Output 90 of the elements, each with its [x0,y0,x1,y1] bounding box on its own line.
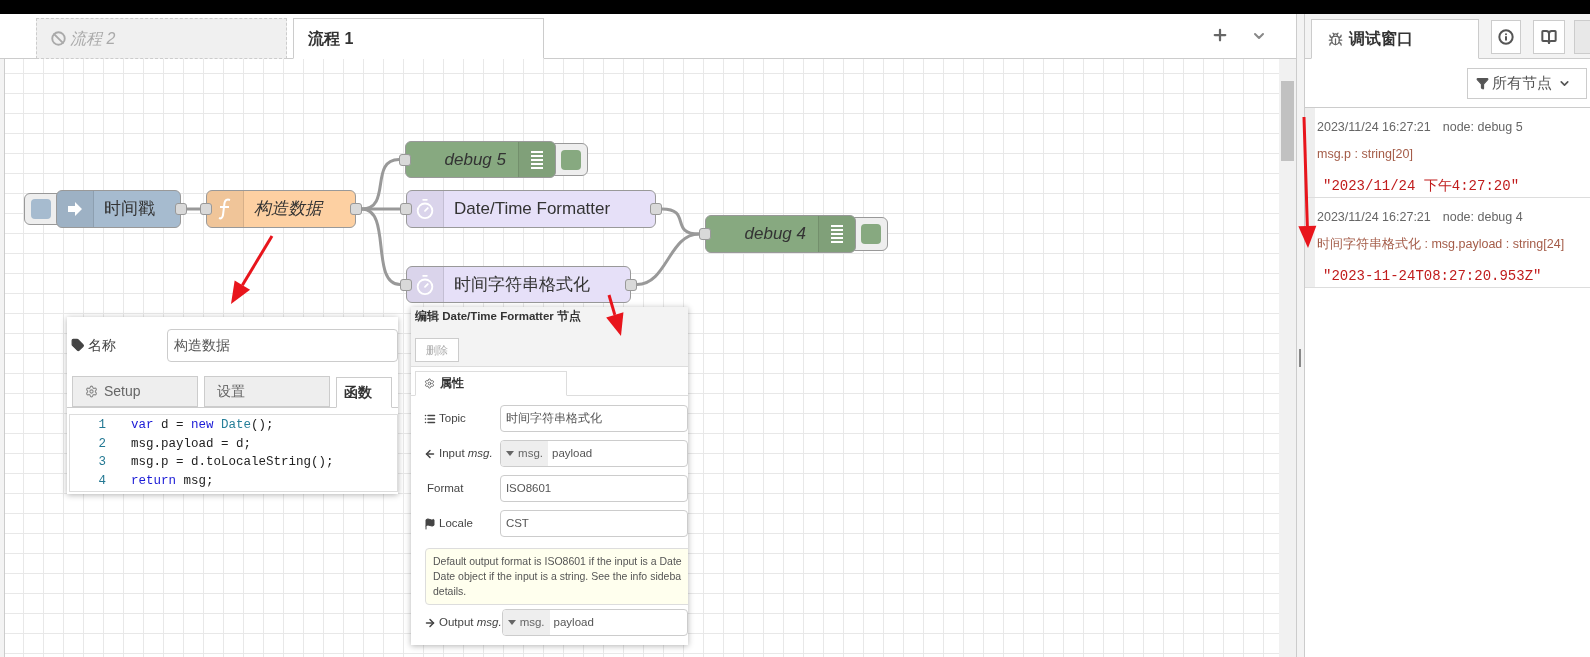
node-port[interactable] [699,228,711,240]
message-path: 时间字符串格式化 : msg.payload : string[24] [1317,235,1565,253]
flow-node[interactable]: 时间戳 [56,190,181,228]
type-prefix: msg. [519,614,545,630]
flow-node[interactable]: Date/Time Formatter [406,190,656,228]
input-field[interactable]: 时间字符串格式化 [499,405,688,432]
caret-icon [507,620,516,625]
field-label: Format [427,480,464,496]
typed-input-field[interactable]: msg. payload [500,440,688,467]
code-line: msg.payload = d; [131,435,252,453]
gear-icon [424,378,435,389]
input-field[interactable]: ISO8601 [499,475,688,502]
tip-text: Date object if the input is a string. See the info sideba [433,569,682,584]
flow-node[interactable]: 构造数据 [206,190,356,228]
gear-icon [85,385,98,398]
timer-icon [414,198,436,220]
flow-node[interactable]: debug 4 [705,215,856,253]
line-number: 2 [97,435,107,453]
input-field[interactable]: CST [499,510,688,537]
scrollbar[interactable] [1279,59,1296,657]
field-value: payload [552,445,593,461]
editor-tab[interactable]: Setup [72,376,199,407]
flow-canvas[interactable] [5,59,1279,657]
caret-icon [506,451,515,456]
node-port[interactable] [400,203,412,215]
code-editor[interactable]: 1 var d = new Date(); 2 msg.payload = d; 3 msg.p = d.toLocaleString(); 4 return msg; [69,414,398,493]
info-icon [1498,29,1514,45]
add-tab-icon[interactable] [1211,26,1229,44]
node-button[interactable] [554,143,588,176]
line-number: 4 [97,472,107,490]
message-value: "2023/11/24 下午4:27:20" [1323,176,1521,196]
list-icon [530,148,544,171]
message-time: 2023/11/24 16:27:21 [1317,119,1431,136]
properties-tab[interactable]: 属性 [415,371,567,396]
disabled-icon [51,31,66,46]
flag-icon [424,517,436,530]
message-node-label: node: debug 4 [1442,209,1523,226]
field-label: Input msg. [439,445,493,461]
node-port[interactable] [350,203,362,215]
tip-text: Default output format is ISO8601 if the input is a Date [433,554,682,569]
node-port[interactable] [400,278,412,291]
list-icon [424,412,436,425]
editor-tab[interactable]: 函数 [336,377,392,408]
field-label: 名称 [88,335,118,355]
node-port[interactable] [175,203,187,215]
list-icon [830,223,844,245]
message-node-label: node: debug 5 [1442,119,1523,136]
node-button[interactable] [854,217,888,251]
filter-icon [1476,76,1489,90]
typed-input-field[interactable]: msg. payload [501,609,688,636]
line-number: 3 [97,454,107,472]
node-port[interactable] [650,203,662,215]
tag-icon [71,338,85,352]
editor-tab[interactable]: 设置 [204,376,331,407]
book-icon [1541,29,1557,45]
field-label: Locale [439,515,473,531]
node-port[interactable] [200,203,212,215]
message-value: "2023-11-24T08:27:20.953Z" [1323,266,1543,286]
message-path: msg.p : string[20] [1317,145,1414,163]
node-port[interactable] [399,153,411,166]
message-time: 2023/11/24 16:27:21 [1317,209,1431,226]
annotation-arrow [606,294,624,336]
timer-icon [414,273,436,296]
line-number: 1 [97,417,107,434]
tip-text: details. [433,584,467,599]
arrow-icon [66,200,84,218]
filter-dropdown[interactable]: 所有节点 [1467,67,1587,99]
code-line: return msg; [131,472,214,490]
flow-tab[interactable]: 流程 1 [293,18,544,59]
field-value: payload [553,614,594,630]
arrow-left-icon [424,447,436,460]
arrow-right-icon [424,616,436,629]
sidebar-tab[interactable]: 调试窗口 [1311,19,1479,59]
node-button[interactable] [24,193,58,225]
bug-icon [1328,31,1343,47]
wire [187,207,200,211]
node-port[interactable] [625,278,637,291]
code-line: msg.p = d.toLocaleString(); [131,454,334,472]
dialog-title: 编辑 Date/Time Formatter 节点 [415,308,582,325]
annotation-arrow [231,235,274,304]
flow-node[interactable]: debug 5 [405,141,556,178]
field-label: Topic [439,410,466,426]
flow-node[interactable]: 时间字符串格式化 [406,266,631,303]
field-label: Output msg. [439,614,502,630]
function-icon [218,198,232,220]
book-button[interactable] [1533,20,1565,54]
info-button[interactable] [1491,20,1521,54]
name-field[interactable]: 构造数据 [167,328,398,362]
type-prefix: msg. [518,445,543,461]
code-line: var d = new Date(); [131,417,274,434]
